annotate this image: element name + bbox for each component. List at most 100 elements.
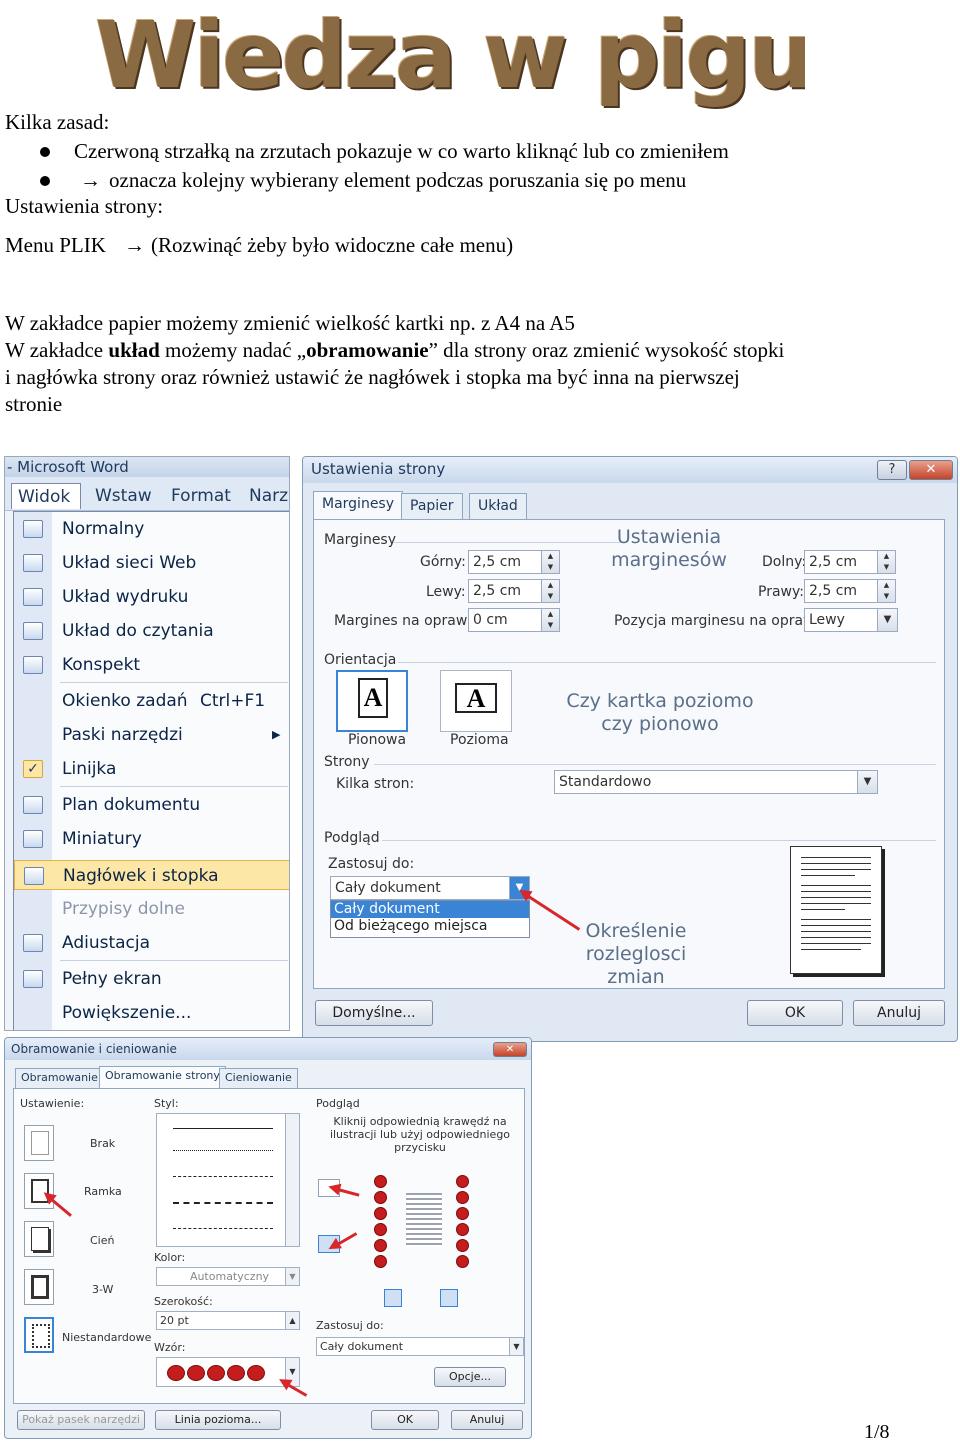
web-layout-icon — [23, 554, 43, 572]
menu-item-web-layout[interactable]: Układ sieci Web — [14, 548, 289, 578]
landscape-option[interactable]: A — [440, 670, 512, 732]
right-margin-input[interactable]: 2,5 cm ▲ ▼ — [804, 579, 896, 603]
setting-3d-label: 3-W — [92, 1283, 114, 1296]
menu-widok[interactable]: Widok — [11, 483, 81, 509]
landscape-label: Pozioma — [450, 732, 509, 748]
ok-button[interactable]: OK — [747, 1000, 843, 1026]
scrollbar[interactable] — [285, 1114, 299, 1246]
left-margin-input[interactable]: 2,5 cm ▲ ▼ — [468, 579, 560, 603]
apply-to-select[interactable]: Cały dokument▼ — [316, 1337, 524, 1356]
multiple-pages-label: Kilka stron: — [336, 776, 415, 792]
borders-shading-dialog: Obramowanie i cieniowanie ✕ Obramowanie … — [4, 1037, 532, 1439]
help-button[interactable]: ? — [877, 460, 907, 480]
ok-button[interactable]: OK — [371, 1410, 439, 1430]
setting-shadow-label: Cień — [90, 1234, 115, 1247]
tab-shading[interactable]: Cieniowanie — [219, 1068, 298, 1088]
menu-item-print-layout[interactable]: Układ wydruku — [14, 582, 289, 612]
thumbnails-icon — [23, 830, 43, 848]
menu-separator — [60, 682, 288, 683]
menu-item-ruler[interactable]: ✓ Linijka — [14, 754, 289, 784]
setting-3d-icon[interactable] — [24, 1269, 54, 1305]
portrait-option[interactable]: A — [336, 670, 408, 732]
close-button[interactable]: ✕ — [493, 1042, 527, 1057]
menu-item-task-pane[interactable]: Okienko zadań Ctrl+F1 — [14, 686, 289, 716]
option-whole-document[interactable]: Cały dokument — [331, 901, 529, 918]
top-margin-input[interactable]: 2,5 cm ▲ ▼ — [468, 550, 560, 574]
menu-item-outline[interactable]: Konspekt — [14, 650, 289, 680]
window-title: - Microsoft Word — [5, 457, 289, 477]
tab-paper[interactable]: Papier — [401, 493, 463, 519]
menu-wstaw[interactable]: Wstaw — [89, 483, 158, 509]
style-label: Styl: — [154, 1097, 179, 1110]
apply-to-label: Zastosuj do: — [328, 856, 415, 872]
markup-icon — [23, 934, 43, 952]
arrow-glyph: → — [124, 233, 145, 257]
horizontal-line-button[interactable]: Linia pozioma... — [155, 1410, 281, 1430]
bottom-margin-input[interactable]: 2,5 cm ▲ ▼ — [804, 550, 896, 574]
menu-item-normalny[interactable]: Normalny — [14, 514, 289, 544]
section-label: Strony — [324, 754, 370, 770]
menu-item-full-screen[interactable]: Pełny ekran — [14, 964, 289, 994]
bottom-margin-label: Dolny: — [762, 554, 807, 570]
options-button[interactable]: Opcje... — [434, 1367, 506, 1387]
option-from-here[interactable]: Od bieżącego miejsca — [331, 918, 529, 935]
preview-hint: Kliknij odpowiednią krawędź na ilustracj… — [329, 1115, 511, 1154]
red-arrow-annotation — [523, 892, 581, 931]
tab-page-border[interactable]: Obramowanie strony — [99, 1066, 226, 1088]
default-button[interactable]: Domyślne... — [315, 1000, 433, 1026]
tab-borders[interactable]: Obramowanie — [15, 1068, 104, 1088]
chevron-down-icon: ▼ — [285, 1268, 299, 1285]
menu-narzedzia[interactable]: Narz — [243, 483, 289, 509]
right-border-button[interactable] — [440, 1289, 458, 1307]
setting-shadow-icon[interactable] — [24, 1221, 54, 1257]
bullet — [40, 176, 50, 186]
gutter-position-select[interactable]: Lewy ▼ — [804, 608, 898, 632]
paragraph-paper: W zakładce papier możemy zmienić wielkoś… — [5, 311, 575, 335]
menu-item-zoom[interactable]: Powiększenie... — [14, 998, 289, 1028]
menu-separator — [60, 960, 288, 961]
menubar: Widok Wstaw Format Narz — [5, 477, 289, 511]
menu-item-header-footer[interactable]: Nagłówek i stopka — [14, 860, 289, 890]
menu-item-thumbnails[interactable]: Miniatury — [14, 824, 289, 854]
tab-margins[interactable]: Marginesy — [313, 491, 404, 519]
page-title: Wiedza w pigułce: — [95, 2, 805, 109]
preview-page — [790, 846, 882, 974]
left-border-button[interactable] — [384, 1289, 402, 1307]
style-list[interactable] — [156, 1113, 300, 1247]
color-select[interactable]: Automatyczny ▼ — [156, 1267, 300, 1286]
page-number: 1/8 — [864, 1421, 890, 1443]
section-label: Podgląd — [324, 830, 380, 846]
menu-item-markup[interactable]: Adiustacja — [14, 928, 289, 958]
setting-custom-icon[interactable] — [24, 1317, 54, 1353]
multiple-pages-select[interactable]: Standardowo ▼ — [554, 770, 878, 794]
menu-format[interactable]: Format — [165, 483, 237, 509]
color-label: Kolor: — [154, 1251, 186, 1264]
portrait-label: Pionowa — [348, 732, 407, 748]
cancel-button[interactable]: Anuluj — [853, 1000, 945, 1026]
menu-item-reading-layout[interactable]: Układ do czytania — [14, 616, 289, 646]
gutter-input[interactable]: 0 cm ▲ ▼ — [468, 608, 560, 632]
chevron-down-icon: ▼ — [877, 609, 897, 631]
apply-to-label: Zastosuj do: — [316, 1319, 384, 1332]
tab-layout[interactable]: Układ — [469, 493, 527, 519]
width-label: Szerokość: — [154, 1295, 213, 1308]
menu-item-footnotes[interactable]: Przypisy dolne — [14, 894, 289, 924]
show-toolbar-button[interactable]: Pokaż pasek narzędzi — [17, 1410, 145, 1430]
setting-none-label: Brak — [90, 1137, 116, 1150]
setting-box-label: Ramka — [84, 1185, 122, 1198]
submenu-arrow-icon: ▶ — [272, 728, 281, 741]
document-map-icon — [23, 796, 43, 814]
section-heading: Ustawienia strony: — [5, 194, 164, 218]
cancel-button[interactable]: Anuluj — [451, 1410, 523, 1430]
preview-area[interactable] — [370, 1169, 482, 1277]
close-button[interactable]: ✕ — [909, 460, 953, 480]
apply-to-dropdown: Cały dokument Od bieżącego miejsca — [330, 900, 530, 938]
bullet — [40, 147, 50, 157]
apply-to-select[interactable]: Cały dokument▼ — [330, 876, 530, 900]
menu-item-toolbars[interactable]: Paski narzędzi ▶ — [14, 720, 289, 750]
width-input[interactable]: 20 pt ▲ — [156, 1311, 300, 1330]
menu-item-document-map[interactable]: Plan dokumentu — [14, 790, 289, 820]
annotation-orientation: Czy kartka poziomo czy pionowo — [566, 690, 754, 735]
setting-none-icon[interactable] — [24, 1125, 54, 1161]
menu-separator — [60, 786, 288, 787]
